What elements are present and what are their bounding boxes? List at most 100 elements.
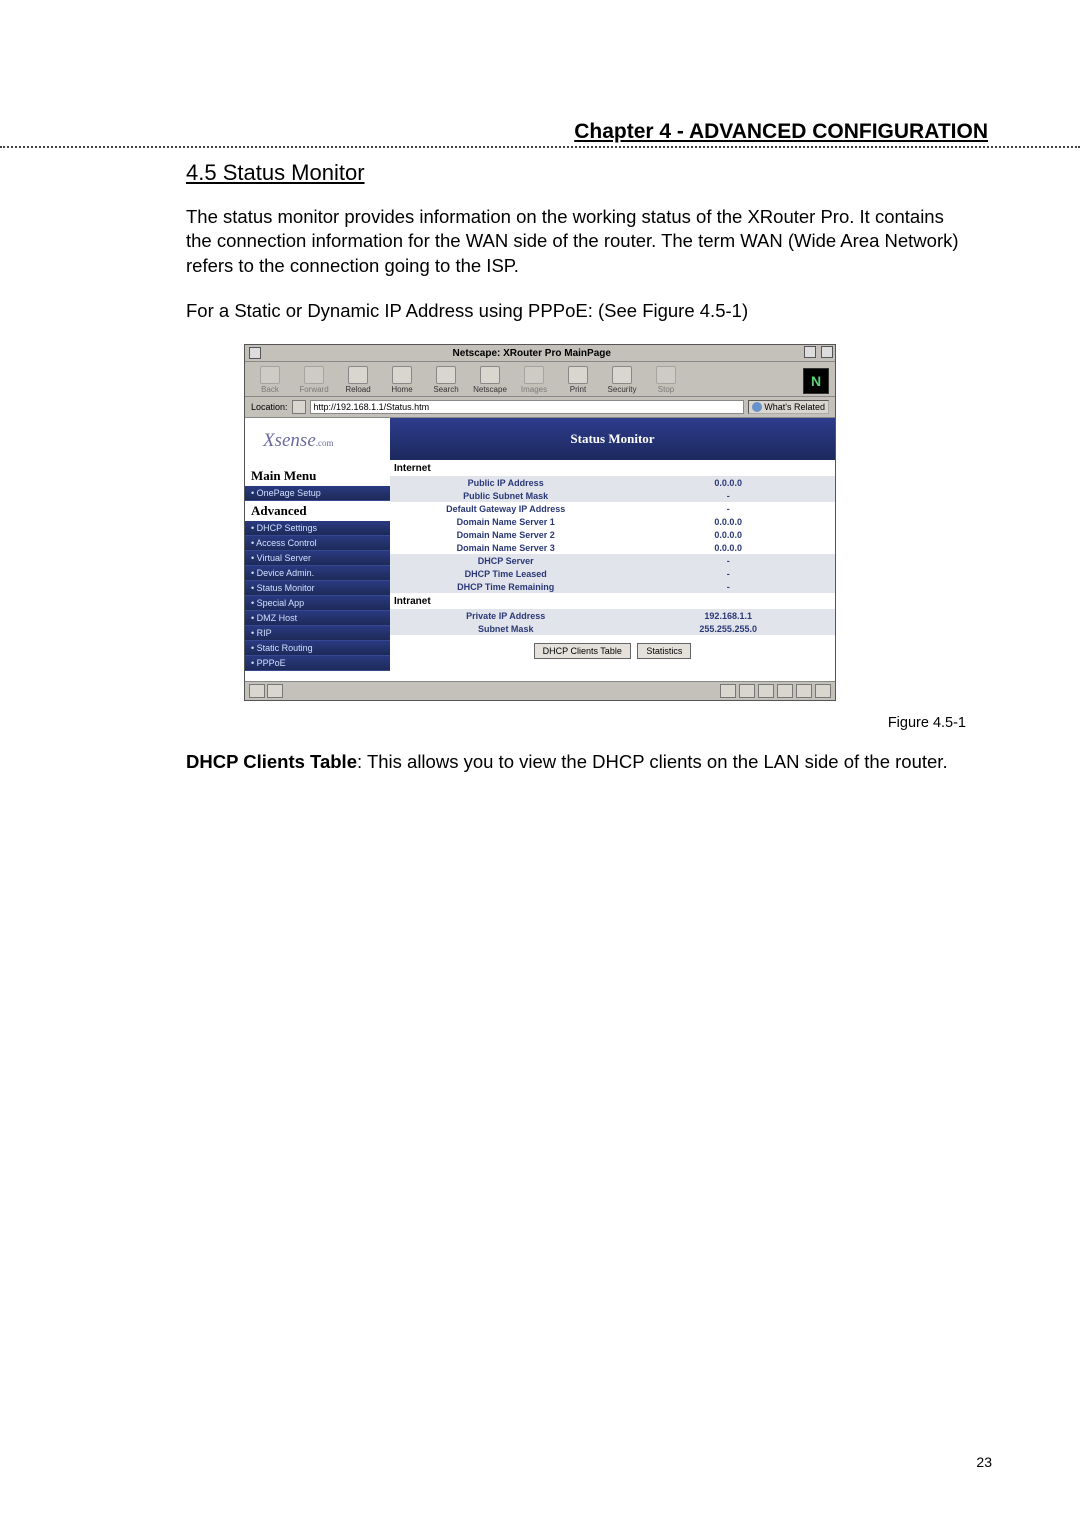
advanced-header: Advanced (245, 501, 390, 521)
stop-label: Stop (658, 385, 674, 394)
table-row: DHCP Time Leased- (390, 567, 835, 580)
netscape-window: Netscape: XRouter Pro MainPage Back Forw… (244, 344, 836, 701)
brand-text: Xsense (263, 430, 316, 451)
internet-section-label: Internet (390, 460, 835, 476)
table-row: Private IP Address192.168.1.1 (390, 609, 835, 622)
sidebar-item-dhcp[interactable]: DHCP Settings (245, 521, 390, 536)
cell-key: Domain Name Server 3 (390, 541, 621, 554)
netscape-button[interactable]: Netscape (471, 366, 509, 394)
cell-key: Domain Name Server 2 (390, 528, 621, 541)
table-row: Subnet Mask255.255.255.0 (390, 622, 835, 635)
browser-statusbar (245, 681, 835, 700)
search-button[interactable]: Search (427, 366, 465, 394)
status-right-icons (720, 684, 831, 698)
images-button[interactable]: Images (515, 366, 553, 394)
reload-button[interactable]: Reload (339, 366, 377, 394)
paragraph-2: For a Static or Dynamic IP Address using… (186, 299, 970, 324)
sidebar: Xsense.com Main Menu OnePage Setup Advan… (245, 418, 390, 681)
cell-key: Public Subnet Mask (390, 489, 621, 502)
intranet-section-label: Intranet (390, 593, 835, 609)
internet-table: Public IP Address 0.0.0.0 Public Subnet M… (390, 476, 835, 593)
table-row: Domain Name Server 10.0.0.0 (390, 515, 835, 528)
cell-value: - (621, 489, 835, 502)
forward-label: Forward (299, 385, 328, 394)
maximize-icon[interactable] (821, 346, 833, 358)
cell-value: 192.168.1.1 (621, 609, 835, 622)
stop-button[interactable]: Stop (647, 366, 685, 394)
mail-icon[interactable] (720, 684, 736, 698)
window-menu-icon[interactable] (249, 347, 261, 359)
sidebar-item-onepage[interactable]: OnePage Setup (245, 486, 390, 501)
sidebar-item-static[interactable]: Static Routing (245, 641, 390, 656)
cell-value: - (621, 567, 835, 580)
home-label: Home (391, 385, 412, 394)
table-row: Domain Name Server 30.0.0.0 (390, 541, 835, 554)
back-label: Back (261, 385, 279, 394)
location-input[interactable] (310, 400, 745, 414)
security-button[interactable]: Security (603, 366, 641, 394)
caption: DHCP Clients Table: This allows you to v… (186, 750, 970, 774)
sidebar-item-virtual[interactable]: Virtual Server (245, 551, 390, 566)
cell-key: Public IP Address (390, 476, 621, 489)
composer-icon[interactable] (758, 684, 774, 698)
page-number: 23 (976, 1454, 992, 1470)
sidebar-item-dmz[interactable]: DMZ Host (245, 611, 390, 626)
home-button[interactable]: Home (383, 366, 421, 394)
sidebar-item-status[interactable]: Status Monitor (245, 581, 390, 596)
cell-key: Private IP Address (390, 609, 621, 622)
chapter-header: Chapter 4 - ADVANCED CONFIGURATION (90, 120, 990, 144)
images-label: Images (521, 385, 547, 394)
stop-icon (656, 366, 676, 384)
window-title: Netscape: XRouter Pro MainPage (261, 348, 802, 359)
cell-key: DHCP Time Leased (390, 567, 621, 580)
paragraph-1: The status monitor provides information … (186, 205, 970, 280)
cell-value: - (621, 580, 835, 593)
browser-toolbar: Back Forward Reload Home Search Netscape… (245, 362, 835, 397)
minimize-icon[interactable] (804, 346, 816, 358)
intranet-table: Private IP Address192.168.1.1 Subnet Mas… (390, 609, 835, 635)
back-button[interactable]: Back (251, 366, 289, 394)
task-icon[interactable] (739, 684, 755, 698)
cell-value: 255.255.255.0 (621, 622, 835, 635)
search-label: Search (433, 385, 458, 394)
section-title: 4.5 Status Monitor (186, 160, 990, 186)
cell-key: Default Gateway IP Address (390, 502, 621, 515)
dhcp-clients-table-button[interactable]: DHCP Clients Table (534, 643, 631, 659)
bookmark-icon[interactable] (292, 400, 306, 414)
sidebar-item-access[interactable]: Access Control (245, 536, 390, 551)
main-menu-header: Main Menu (245, 466, 390, 486)
sidebar-item-device[interactable]: Device Admin. (245, 566, 390, 581)
cell-value: 0.0.0.0 (621, 515, 835, 528)
sidebar-item-pppoe[interactable]: PPPoE (245, 656, 390, 671)
forward-button[interactable]: Forward (295, 366, 333, 394)
images-icon (524, 366, 544, 384)
main-panel: Status Monitor Internet Public IP Addres… (390, 418, 835, 681)
reload-icon (348, 366, 368, 384)
forward-icon (304, 366, 324, 384)
print-button[interactable]: Print (559, 366, 597, 394)
divider (0, 146, 1080, 148)
status-left-icons (249, 684, 283, 698)
table-row: Default Gateway IP Address- (390, 502, 835, 515)
button-row: DHCP Clients Table Statistics (390, 635, 835, 681)
statistics-button[interactable]: Statistics (637, 643, 691, 659)
security-label: Security (608, 385, 637, 394)
netscape-icon (480, 366, 500, 384)
lock-icon (796, 684, 812, 698)
reload-label: Reload (345, 385, 370, 394)
status-icon (267, 684, 283, 698)
table-row: Domain Name Server 20.0.0.0 (390, 528, 835, 541)
security-icon (612, 366, 632, 384)
home-icon (392, 366, 412, 384)
sidebar-item-special[interactable]: Special App (245, 596, 390, 611)
brand-sub: .com (316, 438, 334, 448)
resize-icon[interactable] (815, 684, 831, 698)
table-row: Public Subnet Mask- (390, 489, 835, 502)
table-row: DHCP Time Remaining- (390, 580, 835, 593)
addressbook-icon[interactable] (777, 684, 793, 698)
location-label: Location: (251, 402, 288, 412)
sidebar-item-rip[interactable]: RIP (245, 626, 390, 641)
whats-related-button[interactable]: What's Related (748, 400, 829, 414)
cell-key: DHCP Server (390, 554, 621, 567)
cell-key: DHCP Time Remaining (390, 580, 621, 593)
